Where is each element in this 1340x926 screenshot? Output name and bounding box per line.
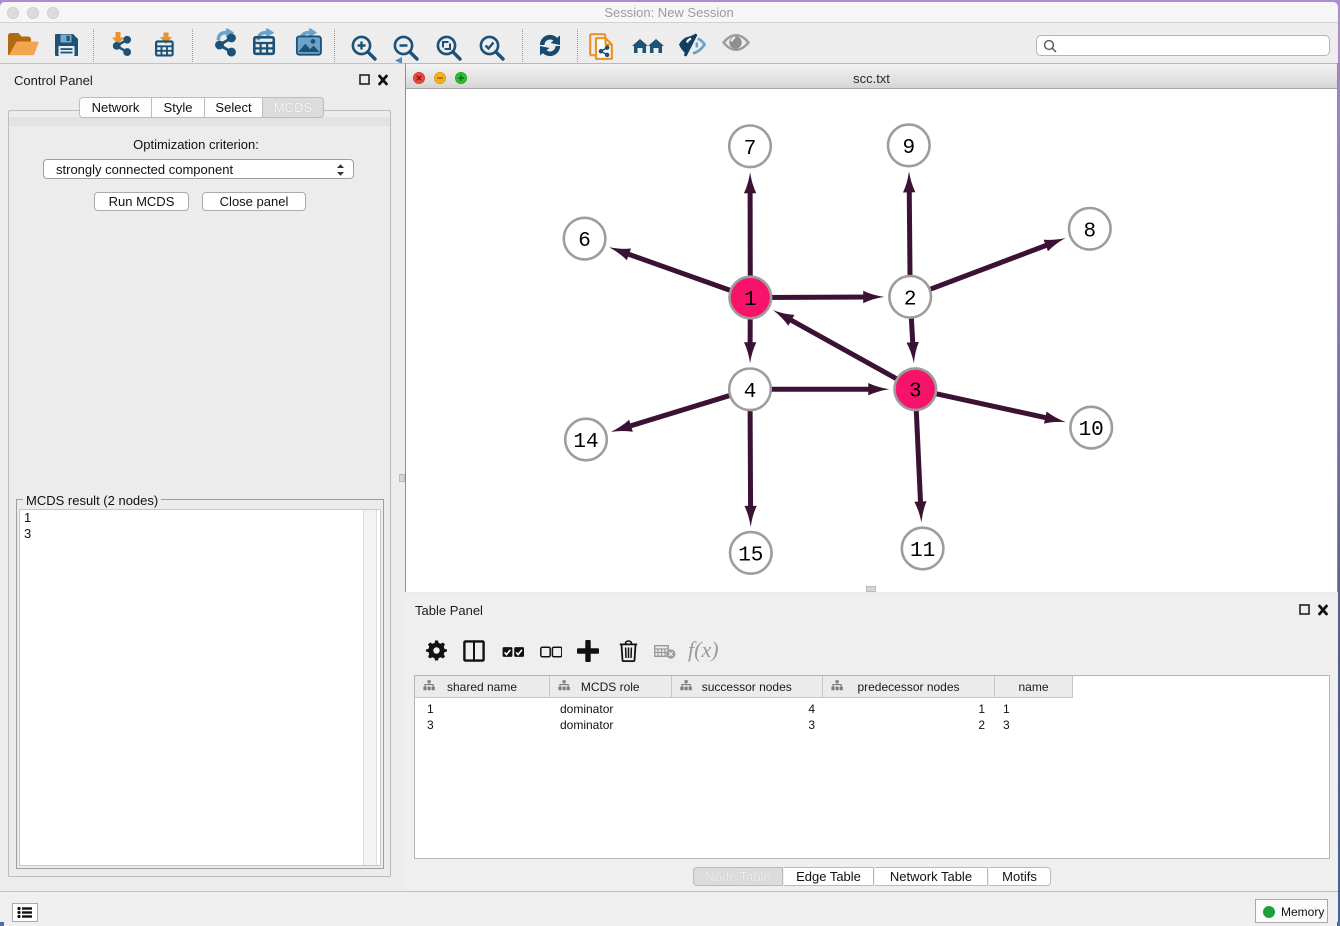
svg-text:15: 15: [738, 544, 763, 567]
svg-text:10: 10: [1079, 419, 1104, 442]
svg-text:14: 14: [573, 431, 598, 454]
svg-text:3: 3: [909, 381, 922, 404]
svg-text:8: 8: [1083, 220, 1096, 243]
svg-text:6: 6: [578, 230, 591, 253]
svg-text:9: 9: [902, 137, 915, 160]
svg-text:7: 7: [744, 138, 757, 161]
svg-text:4: 4: [744, 381, 757, 404]
svg-text:2: 2: [904, 288, 917, 311]
svg-text:11: 11: [910, 540, 935, 563]
svg-text:1: 1: [744, 289, 757, 312]
